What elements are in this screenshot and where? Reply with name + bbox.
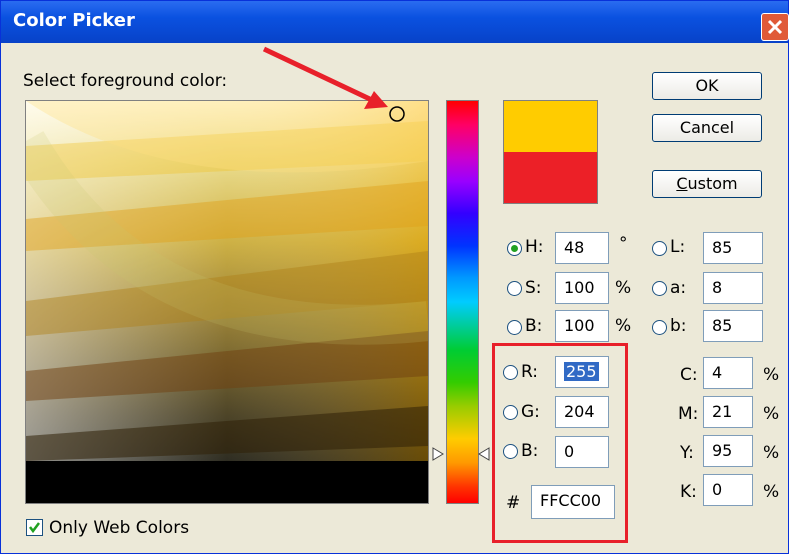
radio-r[interactable] — [503, 365, 518, 380]
checkmark-icon — [29, 522, 40, 534]
m-label: M: — [678, 404, 699, 424]
c-unit: % — [763, 365, 780, 385]
ok-label: OK — [695, 76, 719, 95]
new-color-swatch — [504, 101, 597, 152]
color-swatch — [503, 100, 598, 204]
y-label: Y: — [680, 443, 694, 463]
ok-button[interactable]: OK — [652, 72, 762, 100]
k-label: K: — [680, 482, 697, 502]
a-label: a: — [670, 278, 687, 298]
b-blue-field[interactable]: 0 — [555, 436, 609, 468]
r-value-selected: 255 — [564, 362, 599, 381]
k-field[interactable]: 0 — [703, 474, 753, 506]
radio-b-brightness[interactable] — [507, 320, 522, 335]
m-field[interactable]: 21 — [703, 396, 753, 428]
c-label: C: — [680, 365, 698, 385]
title-bar: Color Picker — [1, 1, 789, 43]
r-label: R: — [521, 362, 539, 382]
g-field[interactable]: 204 — [555, 396, 609, 428]
b-brightness-unit: % — [615, 316, 632, 336]
a-field[interactable]: 8 — [703, 272, 763, 304]
hue-slider[interactable] — [446, 100, 479, 504]
c-field[interactable]: 4 — [703, 357, 753, 389]
radio-h[interactable] — [507, 241, 522, 256]
current-color-swatch — [504, 152, 597, 203]
radio-a[interactable] — [652, 281, 667, 296]
radio-s[interactable] — [507, 281, 522, 296]
close-icon — [767, 19, 783, 35]
hex-label: # — [506, 493, 521, 513]
window-title: Color Picker — [13, 10, 135, 31]
s-label: S: — [525, 278, 542, 298]
radio-b-blue[interactable] — [503, 444, 518, 459]
h-label: H: — [525, 237, 544, 257]
close-button[interactable] — [761, 13, 789, 41]
b-brightness-label: B: — [525, 316, 543, 336]
color-field-gradient — [8, 101, 431, 503]
color-picker-dialog: Color Picker Select foreground color: OK… — [0, 0, 789, 554]
radio-l[interactable] — [652, 241, 667, 256]
b-lab-field[interactable]: 85 — [703, 310, 763, 342]
y-unit: % — [763, 443, 780, 463]
l-label: L: — [670, 237, 686, 257]
s-field[interactable]: 100 — [555, 272, 609, 304]
l-field[interactable]: 85 — [703, 232, 763, 264]
web-colors-label: Only Web Colors — [49, 518, 190, 538]
b-blue-label: B: — [521, 441, 539, 461]
custom-button[interactable]: Custom — [652, 170, 762, 198]
cancel-label: Cancel — [679, 118, 735, 137]
r-field[interactable]: 255 — [555, 356, 609, 388]
h-field[interactable]: 48 — [555, 232, 609, 264]
m-unit: % — [763, 404, 780, 424]
s-unit: % — [615, 278, 632, 298]
custom-label: ustom — [687, 174, 738, 193]
radio-g[interactable] — [503, 405, 518, 420]
hue-slider-handle[interactable] — [432, 447, 492, 461]
b-lab-label: b: — [670, 316, 687, 336]
y-field[interactable]: 95 — [703, 435, 753, 467]
web-colors-checkbox[interactable] — [26, 519, 43, 536]
b-brightness-field[interactable]: 100 — [555, 310, 609, 342]
g-label: G: — [521, 402, 540, 422]
hex-field[interactable]: FFCC00 — [531, 485, 615, 519]
h-unit: ° — [619, 234, 628, 254]
annotation-arrow — [262, 46, 388, 109]
custom-label-mnemonic: C — [676, 174, 688, 193]
radio-b-lab[interactable] — [652, 320, 667, 335]
cancel-button[interactable]: Cancel — [652, 114, 762, 142]
color-field[interactable] — [8, 100, 431, 504]
k-unit: % — [763, 482, 780, 502]
select-color-label: Select foreground color: — [23, 71, 228, 91]
